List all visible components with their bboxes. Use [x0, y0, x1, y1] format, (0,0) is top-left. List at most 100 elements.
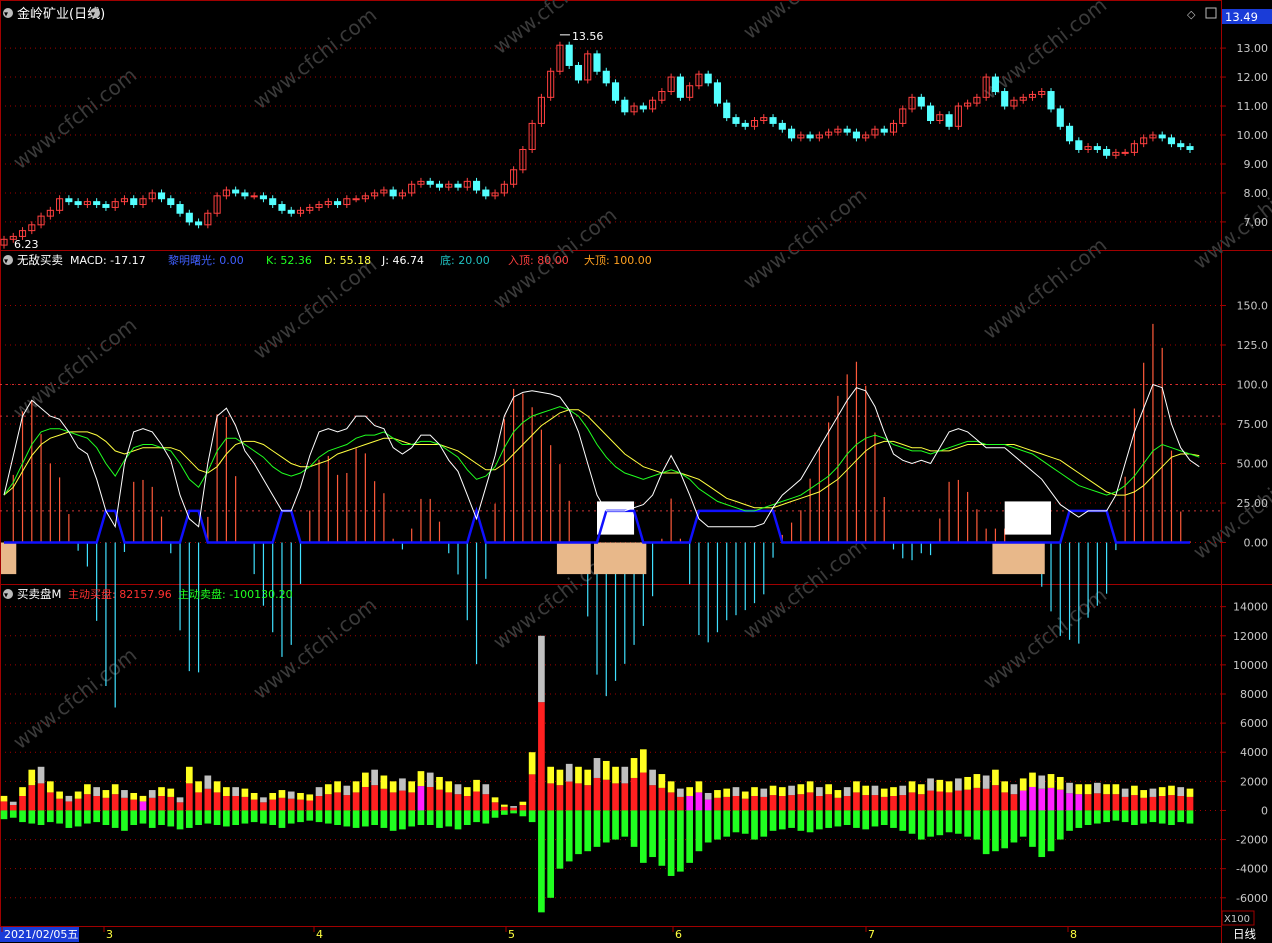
sell-bar[interactable] [204, 810, 212, 824]
sell-bar[interactable] [630, 810, 638, 847]
sell-bar[interactable] [982, 810, 990, 855]
candle-body[interactable] [732, 117, 740, 124]
buy-bar-top[interactable] [917, 784, 925, 795]
buy-bar[interactable] [955, 790, 962, 811]
buy-bar[interactable] [945, 792, 953, 811]
sell-bar[interactable] [862, 810, 870, 830]
buy-bar[interactable] [167, 796, 175, 811]
sell-bar[interactable] [547, 810, 555, 898]
buy-bar[interactable] [788, 795, 795, 811]
buy-bar-top[interactable] [204, 775, 212, 789]
sell-bar[interactable] [9, 810, 17, 818]
buy-bar-top[interactable] [1131, 785, 1138, 796]
sell-bar[interactable] [463, 810, 471, 826]
buy-bar[interactable] [843, 796, 851, 811]
buy-bar[interactable] [84, 794, 91, 811]
buy-bar[interactable] [1019, 790, 1027, 811]
candle-body[interactable] [1065, 125, 1074, 142]
sell-bar[interactable] [510, 810, 517, 814]
buy-bar[interactable] [1177, 796, 1185, 811]
sell-bar[interactable] [334, 810, 341, 826]
buy-bar-top[interactable] [232, 787, 239, 797]
candle-body[interactable] [472, 180, 481, 191]
buy-bar-top[interactable] [93, 787, 100, 797]
buy-bar[interactable] [28, 785, 36, 811]
sell-bar[interactable] [223, 810, 230, 827]
buy-bar[interactable] [834, 797, 842, 811]
sell-bar[interactable] [380, 810, 388, 828]
buy-bar[interactable] [213, 792, 221, 811]
candle-body[interactable] [704, 73, 712, 84]
sell-bar[interactable] [408, 810, 416, 827]
candle-body[interactable] [65, 198, 73, 203]
buy-bar-top[interactable] [139, 795, 147, 802]
candle-body[interactable] [278, 204, 286, 211]
buy-bar[interactable] [964, 789, 971, 811]
buy-bar-top[interactable] [1121, 788, 1129, 797]
sell-bar[interactable] [287, 810, 295, 824]
buy-bar[interactable] [649, 785, 656, 811]
buy-bar-top[interactable] [213, 781, 221, 793]
buy-bar-top[interactable] [28, 769, 36, 786]
buy-bar[interactable] [1056, 789, 1064, 811]
sell-bar[interactable] [853, 810, 860, 828]
buy-bar-top[interactable] [102, 790, 110, 798]
buy-bar-top[interactable] [46, 781, 54, 793]
sell-bar[interactable] [1019, 810, 1027, 837]
sell-bar[interactable] [704, 810, 712, 843]
buy-bar[interactable] [260, 802, 267, 811]
buy-bar-top[interactable] [936, 779, 944, 792]
buy-bar-top[interactable] [927, 778, 934, 791]
candle-body[interactable] [945, 114, 953, 127]
sell-bar[interactable] [352, 810, 360, 828]
sell-bar[interactable] [102, 810, 110, 826]
buy-bar-top[interactable] [630, 758, 638, 778]
buy-bar[interactable] [0, 801, 8, 811]
buy-bar-top[interactable] [982, 775, 990, 789]
buy-bar-top[interactable] [519, 801, 527, 806]
candle-body[interactable] [269, 198, 277, 206]
buy-bar[interactable] [426, 786, 434, 811]
candle-body[interactable] [852, 131, 860, 139]
sell-bar[interactable] [501, 810, 508, 815]
buy-bar[interactable] [1103, 794, 1110, 811]
sell-bar[interactable] [1038, 810, 1046, 858]
candle-body[interactable] [389, 189, 397, 197]
buy-bar-top[interactable] [491, 797, 499, 803]
buy-bar[interactable] [232, 796, 239, 811]
buy-bar-top[interactable] [297, 792, 304, 800]
sell-bar[interactable] [1094, 810, 1101, 824]
sell-bar[interactable] [306, 810, 314, 821]
sell-bar[interactable] [389, 810, 397, 831]
buy-bar[interactable] [1112, 794, 1120, 811]
buy-bar-top[interactable] [399, 778, 406, 791]
buy-bar[interactable] [362, 786, 369, 811]
buy-bar-top[interactable] [1149, 788, 1157, 797]
sell-bar[interactable] [816, 810, 823, 830]
buy-bar-top[interactable] [593, 758, 601, 778]
sell-bar[interactable] [1112, 810, 1120, 821]
buy-bar[interactable] [593, 777, 601, 811]
buy-bar[interactable] [324, 794, 332, 811]
buy-bar-top[interactable] [760, 788, 768, 797]
buy-bar-top[interactable] [528, 752, 536, 775]
buy-bar[interactable] [639, 772, 647, 811]
buy-bar-top[interactable] [769, 785, 777, 796]
buy-bar-top[interactable] [677, 788, 684, 797]
sell-bar[interactable] [1177, 810, 1185, 823]
candle-body[interactable] [93, 201, 101, 206]
buy-bar-top[interactable] [908, 781, 916, 793]
candle-body[interactable] [1047, 91, 1055, 110]
buy-bar-top[interactable] [556, 769, 564, 786]
buy-bar-top[interactable] [287, 791, 295, 799]
buy-bar-top[interactable] [324, 784, 332, 795]
buy-bar-top[interactable] [111, 784, 119, 795]
buy-bar-top[interactable] [704, 792, 712, 800]
buy-bar[interactable] [695, 792, 703, 811]
buy-bar[interactable] [250, 799, 258, 811]
buy-bar[interactable] [121, 797, 128, 811]
buy-bar-top[interactable] [334, 781, 341, 793]
buy-bar[interactable] [371, 785, 378, 811]
candle-body[interactable] [723, 102, 731, 119]
buy-bar[interactable] [445, 792, 453, 811]
